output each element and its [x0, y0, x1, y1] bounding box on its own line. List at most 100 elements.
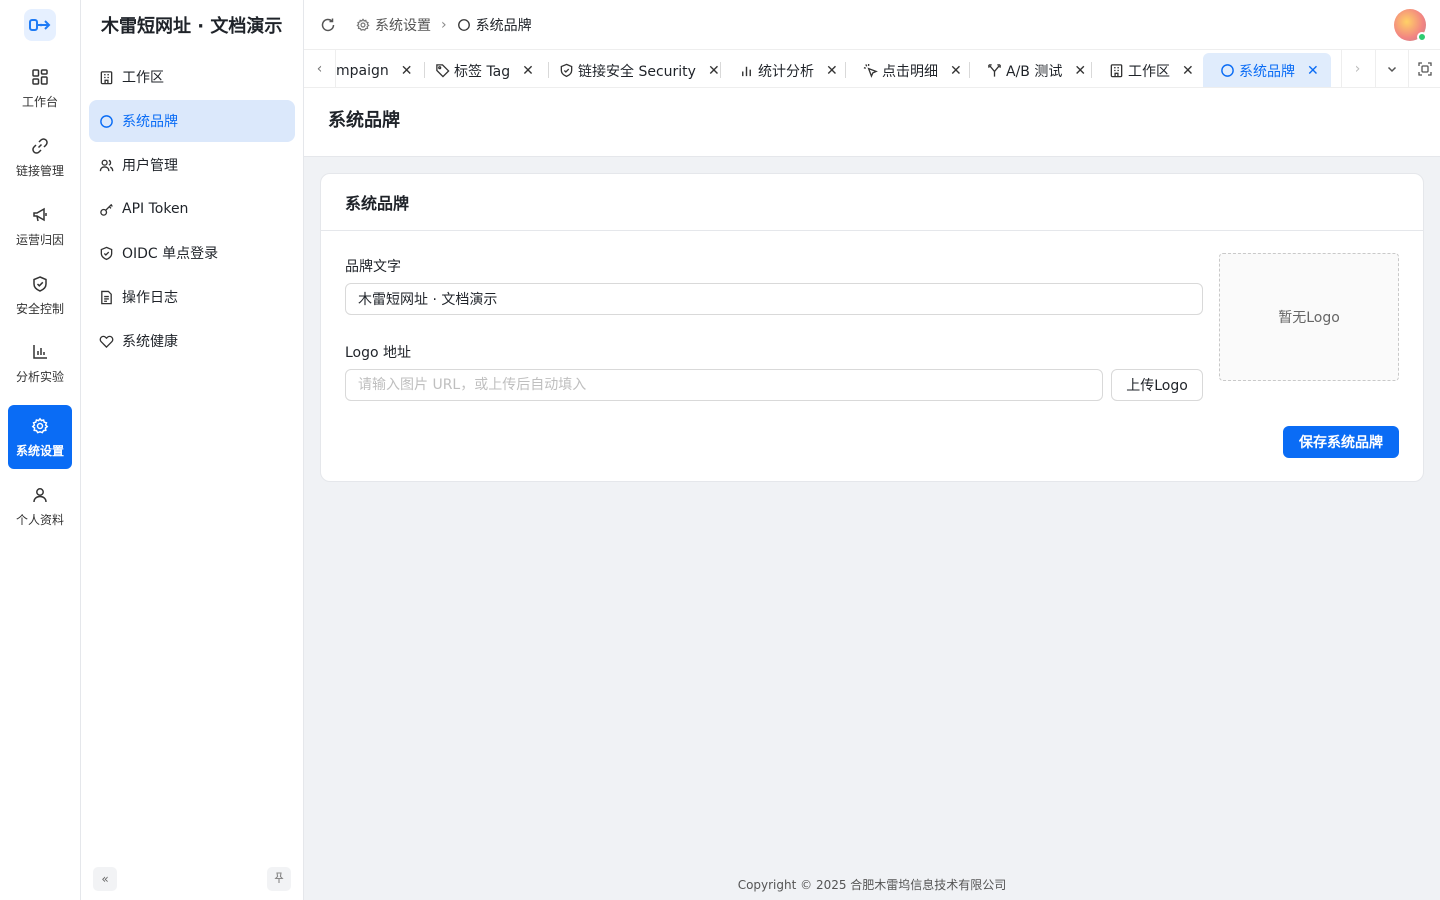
refresh-button[interactable]: [318, 15, 338, 35]
sidebar-item-workspace[interactable]: 工作区: [89, 56, 295, 98]
sidebar-item-label: OIDC 单点登录: [122, 246, 219, 262]
breadcrumb: 系统设置 › 系统品牌: [356, 15, 532, 35]
rail-item-label: 个人资料: [15, 512, 64, 527]
sidebar-item-health[interactable]: 系统健康: [89, 320, 295, 362]
avatar[interactable]: [1394, 9, 1427, 42]
gear-icon: [30, 416, 50, 436]
circle-icon: [98, 113, 114, 129]
tab-workspace[interactable]: 工作区 ✕: [1108, 53, 1194, 87]
sidebar-item-label: 用户管理: [122, 158, 178, 174]
shield-check-icon: [98, 245, 114, 261]
building-icon: [1108, 63, 1124, 79]
tabs-scroll-right-button[interactable]: ›: [1341, 50, 1373, 87]
app-title: 木雷短网址 · 文档演示: [101, 16, 283, 37]
sidebar-item-api-token[interactable]: API Token: [89, 188, 295, 230]
bar-chart-icon: [738, 63, 754, 79]
split-icon: [986, 63, 1002, 79]
user-icon: [30, 485, 50, 505]
sidebar-item-label: 系统健康: [122, 334, 178, 350]
tabs-dropdown-button[interactable]: [1375, 50, 1407, 87]
tab-tag[interactable]: 标签 Tag ✕: [434, 53, 534, 87]
tab-statistics[interactable]: 统计分析 ✕: [738, 53, 838, 87]
rail-item-label: 链接管理: [15, 163, 64, 178]
rail-item-dashboard[interactable]: 工作台: [8, 56, 72, 120]
tab-link-security[interactable]: 链接安全 Security ✕: [558, 53, 720, 87]
rail-item-analytics[interactable]: 分析实验: [8, 331, 72, 395]
sidebar-item-label: 系统品牌: [122, 114, 178, 130]
double-chevron-left-icon: «: [101, 872, 109, 886]
rail-item-label: 分析实验: [15, 369, 64, 384]
tab-strip: mpaign ✕ 标签 Tag ✕ 链接安全 Security ✕ 统计分析 ✕ 点击明…: [336, 50, 1336, 87]
bar-chart-icon: [30, 342, 50, 362]
close-icon[interactable]: ✕: [1182, 63, 1194, 79]
refresh-icon: [321, 18, 335, 32]
tag-icon: [434, 63, 450, 79]
upload-logo-button[interactable]: 上传Logo: [1111, 369, 1203, 401]
circle-icon: [457, 19, 470, 31]
tab-campaign[interactable]: mpaign ✕: [336, 53, 413, 87]
breadcrumb-parent[interactable]: 系统设置: [356, 15, 431, 35]
chevron-right-icon: ›: [441, 17, 447, 33]
sidebar-item-label: 工作区: [122, 70, 164, 86]
secondary-sidebar: 木雷短网址 · 文档演示 工作区 系统品牌 用户管理 API Token OID…: [81, 0, 304, 900]
page-title: 系统品牌: [328, 110, 400, 131]
rail-item-security[interactable]: 安全控制: [8, 263, 72, 327]
sidebar-item-audit-log[interactable]: 操作日志: [89, 276, 295, 318]
sidebar-item-users[interactable]: 用户管理: [89, 144, 295, 186]
rail-item-settings[interactable]: 系统设置: [8, 405, 72, 469]
close-icon[interactable]: ✕: [950, 63, 962, 79]
rail-item-profile[interactable]: 个人资料: [8, 474, 72, 538]
close-icon[interactable]: ✕: [1307, 63, 1319, 79]
rail-item-label: 安全控制: [15, 301, 64, 316]
logo-preview-text: 暂无Logo: [1278, 310, 1340, 326]
save-branding-button[interactable]: 保存系统品牌: [1283, 426, 1399, 458]
page-header: 系统品牌: [304, 88, 1440, 157]
key-icon: [98, 201, 114, 217]
tab-system-branding[interactable]: 系统品牌 ✕: [1203, 53, 1331, 87]
shield-icon: [558, 63, 574, 79]
logo-url-label: Logo 地址: [345, 345, 412, 361]
rail-item-label: 系统设置: [15, 443, 64, 458]
tab-divider: [845, 62, 846, 78]
close-icon[interactable]: ✕: [522, 63, 534, 79]
rail-item-links[interactable]: 链接管理: [8, 125, 72, 189]
online-status-dot: [1417, 32, 1427, 42]
tab-divider: [548, 62, 549, 78]
pin-sidebar-button[interactable]: [267, 867, 291, 891]
tab-click-detail[interactable]: 点击明细 ✕: [862, 53, 962, 87]
sidebar-item-label: API Token: [122, 201, 189, 217]
link-icon: [30, 136, 50, 156]
heart-icon: [98, 333, 114, 349]
tabs-scroll-left-button[interactable]: ‹: [304, 50, 336, 87]
shield-icon: [30, 274, 50, 294]
circle-icon: [1219, 63, 1235, 79]
close-icon[interactable]: ✕: [708, 63, 720, 79]
fullscreen-button[interactable]: [1408, 50, 1440, 87]
primary-rail: 工作台 链接管理 运营归因 安全控制 分析实验 系统设置 个人资料: [0, 0, 81, 900]
collapse-sidebar-button[interactable]: «: [93, 867, 117, 891]
close-icon[interactable]: ✕: [826, 63, 838, 79]
copyright-footer: Copyright © 2025 合肥木雷坞信息技术有限公司: [737, 878, 1007, 892]
logo-url-input[interactable]: [345, 369, 1103, 401]
sidebar-item-branding[interactable]: 系统品牌: [89, 100, 295, 142]
fullscreen-icon: [1417, 62, 1432, 76]
card-title: 系统品牌: [321, 174, 1423, 231]
breadcrumb-current: 系统品牌: [457, 15, 532, 35]
dashboard-icon: [30, 67, 50, 87]
app-logo-icon[interactable]: [24, 9, 56, 41]
close-icon[interactable]: ✕: [401, 63, 413, 79]
rail-item-label: 工作台: [21, 94, 58, 109]
brand-text-input[interactable]: [345, 283, 1203, 315]
close-icon[interactable]: ✕: [1074, 63, 1086, 79]
chevron-left-icon: ‹: [316, 61, 323, 77]
tab-divider: [424, 62, 425, 78]
building-icon: [98, 69, 114, 85]
rail-item-label: 运营归因: [15, 232, 64, 247]
tab-divider: [1091, 62, 1092, 78]
tab-bar: ‹ mpaign ✕ 标签 Tag ✕ 链接安全 Security ✕ 统计分析 ✕ 点…: [304, 50, 1440, 88]
brand-text-label: 品牌文字: [345, 259, 401, 275]
rail-item-attribution[interactable]: 运营归因: [8, 194, 72, 258]
tab-divider: [969, 62, 970, 78]
tab-ab-test[interactable]: A/B 测试 ✕: [986, 53, 1086, 87]
sidebar-item-oidc[interactable]: OIDC 单点登录: [89, 232, 295, 274]
